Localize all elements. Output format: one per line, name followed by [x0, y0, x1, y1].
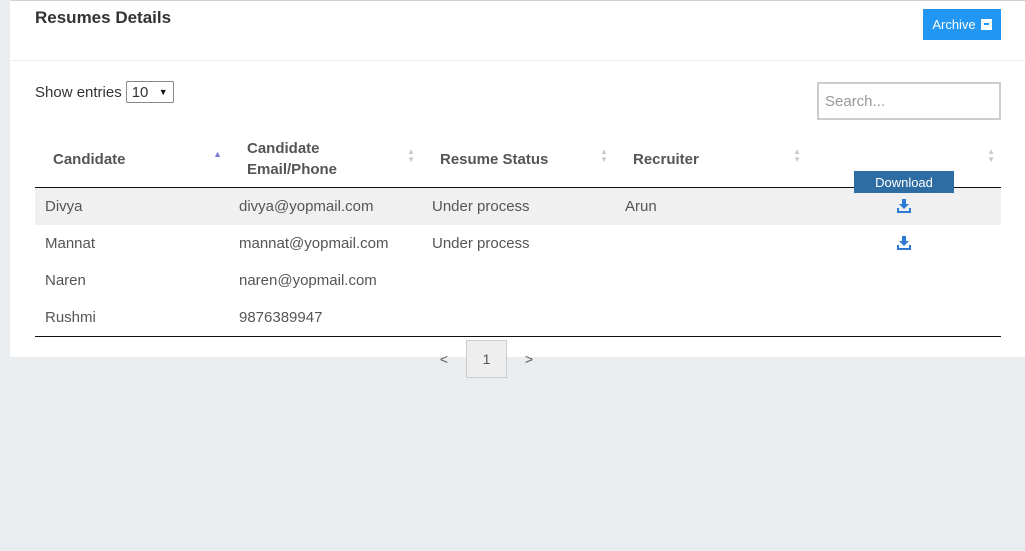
show-entries-label: Show entries: [35, 83, 122, 101]
table-bottom-border: [35, 336, 1001, 337]
download-icon[interactable]: [897, 199, 911, 213]
table-row: Mannat mannat@yopmail.com Under process: [35, 225, 1001, 262]
column-label-line2: Email/Phone: [247, 161, 338, 178]
sort-ascending-icon: ▲: [213, 149, 222, 159]
sort-icon: ▲ ▼: [407, 147, 415, 164]
candidate-contact: naren@yopmail.com: [239, 272, 377, 289]
sort-icon: ▲ ▼: [600, 147, 608, 164]
pagination-prev[interactable]: <: [430, 351, 458, 367]
resumes-table: Candidate ▲ Candidate Email/Phone ▲ ▼ Res…: [35, 131, 1001, 337]
recruiter: Arun: [625, 198, 657, 215]
archive-icon: [980, 19, 992, 30]
page-title: Resumes Details: [35, 8, 172, 27]
archive-label: Archive: [932, 17, 976, 32]
column-label-line1: Candidate: [247, 140, 320, 157]
table-row: Naren naren@yopmail.com: [35, 262, 1001, 299]
download-tooltip: Download: [854, 171, 954, 193]
column-label: Candidate Email/Phone: [247, 138, 337, 180]
pagination-page-1[interactable]: 1: [466, 340, 507, 378]
column-label: Recruiter: [633, 150, 699, 168]
candidate-name: Mannat: [45, 235, 96, 252]
column-label: Candidate: [53, 150, 126, 168]
column-label: Resume Status: [440, 150, 549, 168]
entries-value: 10: [131, 83, 149, 101]
resume-status: Under process: [432, 235, 530, 252]
search-placeholder: Search...: [825, 92, 886, 110]
candidate-name: Rushmi: [45, 309, 96, 326]
column-header-resume-status[interactable]: Resume Status ▲ ▼: [421, 131, 614, 187]
archive-button[interactable]: Archive: [923, 9, 1001, 40]
caret-down-icon: ▼: [158, 87, 168, 97]
sort-icon: ▲ ▼: [987, 147, 995, 164]
search-input[interactable]: Search...: [817, 82, 1001, 120]
candidate-name: Divya: [45, 198, 83, 215]
candidate-contact: 9876389947: [239, 309, 323, 326]
candidate-name: Naren: [45, 272, 86, 289]
pagination: < 1 >: [430, 340, 543, 378]
candidate-contact: divya@yopmail.com: [239, 198, 374, 215]
entries-select[interactable]: 10 ▼: [125, 81, 174, 103]
column-header-candidate[interactable]: Candidate ▲: [35, 131, 228, 187]
show-entries: Show entries 10 ▼: [35, 81, 174, 103]
panel-header: Resumes Details Archive: [10, 1, 1025, 61]
pagination-next[interactable]: >: [515, 351, 543, 367]
sort-icon: ▲ ▼: [793, 147, 801, 164]
column-header-recruiter[interactable]: Recruiter ▲ ▼: [614, 131, 807, 187]
column-header-email-phone[interactable]: Candidate Email/Phone ▲ ▼: [228, 131, 421, 187]
resumes-panel: Resumes Details Archive Show entries 10 …: [10, 0, 1025, 357]
candidate-contact: mannat@yopmail.com: [239, 235, 389, 252]
download-icon[interactable]: [897, 236, 911, 250]
table-row: Rushmi 9876389947: [35, 299, 1001, 336]
table-row: Divya divya@yopmail.com Under process Ar…: [35, 171, 1001, 225]
resume-status: Under process: [432, 198, 530, 215]
